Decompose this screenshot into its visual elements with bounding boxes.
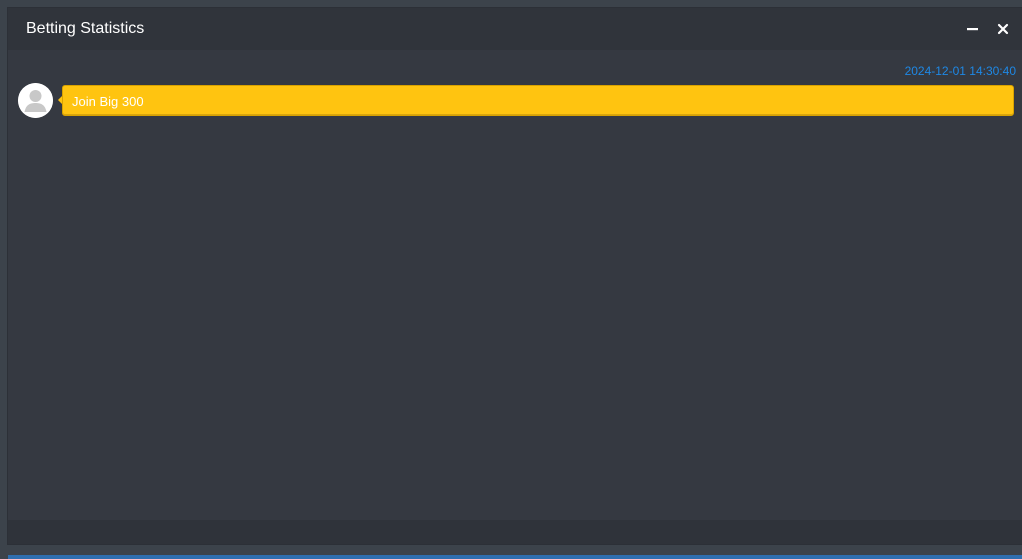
message-text: Join Big 300 — [72, 94, 144, 109]
window-title: Betting Statistics — [26, 20, 145, 37]
minimize-button[interactable] — [964, 20, 982, 38]
window-footer — [8, 520, 1022, 544]
message-list[interactable]: 2024-12-01 14:30:40 Join Big 300 — [8, 50, 1022, 520]
bottom-accent-bar — [8, 555, 1022, 559]
close-icon — [997, 23, 1009, 35]
message-bubble[interactable]: Join Big 300 — [62, 85, 1014, 116]
minimize-icon — [967, 28, 978, 31]
window-titlebar[interactable]: Betting Statistics — [8, 8, 1022, 50]
app-frame: Betting Statistics 2024-12-01 14:30:40 J… — [0, 0, 1022, 559]
close-button[interactable] — [994, 20, 1012, 38]
betting-statistics-window: Betting Statistics 2024-12-01 14:30:40 J… — [8, 8, 1022, 544]
message-timestamp: 2024-12-01 14:30:40 — [904, 64, 1016, 78]
user-avatar-icon — [18, 83, 53, 118]
